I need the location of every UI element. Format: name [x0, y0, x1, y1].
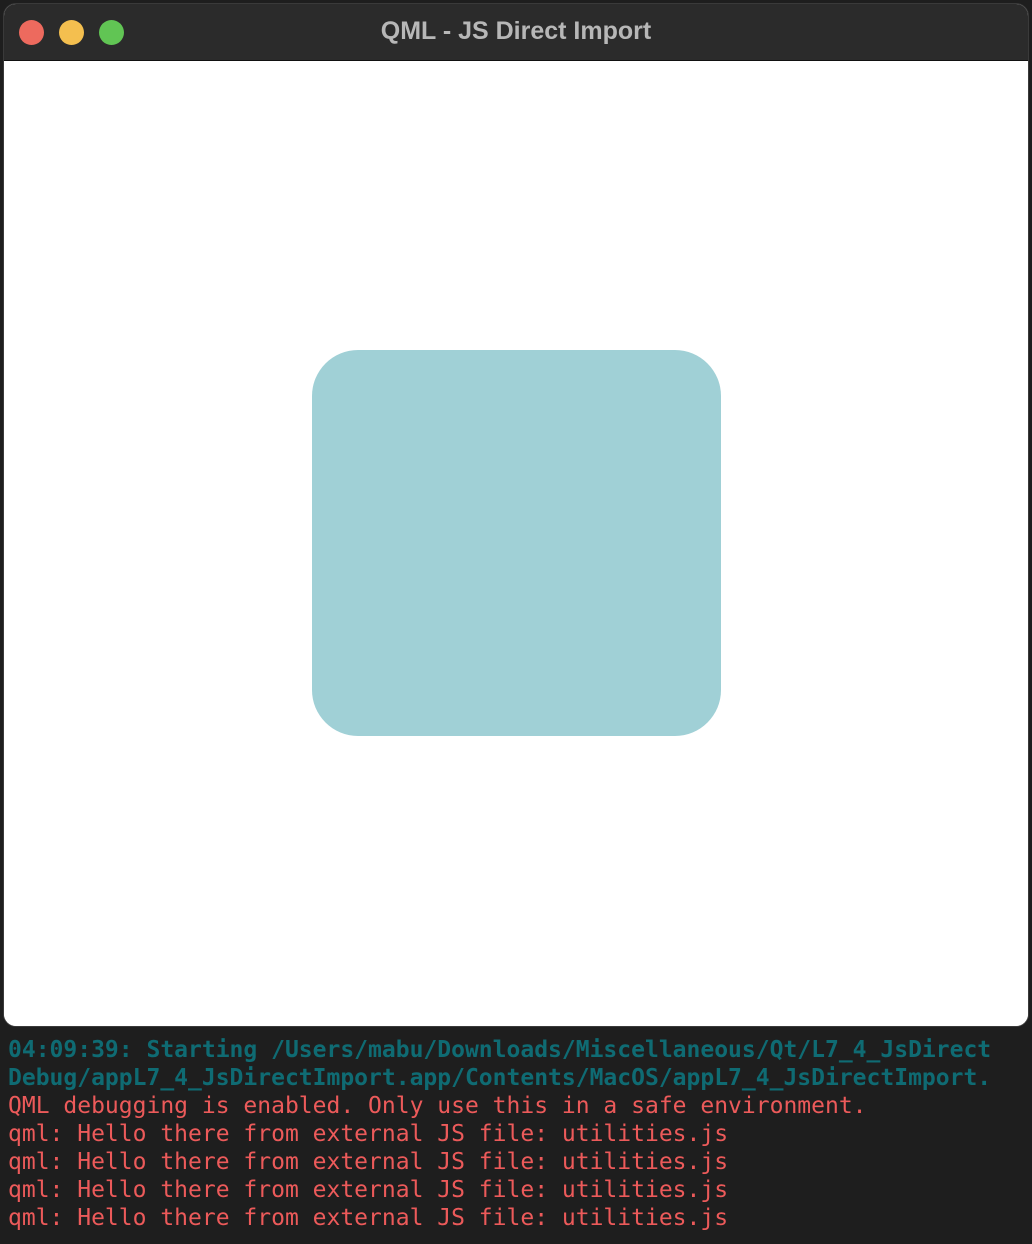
title-bar[interactable]: QML - JS Direct Import: [4, 4, 1028, 61]
console-line-path: Debug/appL7_4_JsDirectImport.app/Content…: [8, 1065, 992, 1091]
console-line-output: qml: Hello there from external JS file: …: [8, 1177, 729, 1203]
console-line-output: qml: Hello there from external JS file: …: [8, 1149, 729, 1175]
console-line-start: 04:09:39: Starting /Users/mabu/Downloads…: [8, 1037, 992, 1063]
qml-canvas: [4, 61, 1028, 1026]
console-line-debug-warning: QML debugging is enabled. Only use this …: [8, 1093, 867, 1119]
app-window: QML - JS Direct Import: [4, 4, 1028, 1026]
console-line-output: qml: Hello there from external JS file: …: [8, 1205, 729, 1231]
rounded-rectangle[interactable]: [312, 350, 721, 736]
console-line-output: qml: Hello there from external JS file: …: [8, 1121, 729, 1147]
desktop: QML - JS Direct Import 04:09:39: Startin…: [0, 0, 1032, 1244]
application-output-console: 04:09:39: Starting /Users/mabu/Downloads…: [0, 1034, 1032, 1244]
window-title: QML - JS Direct Import: [380, 17, 652, 45]
